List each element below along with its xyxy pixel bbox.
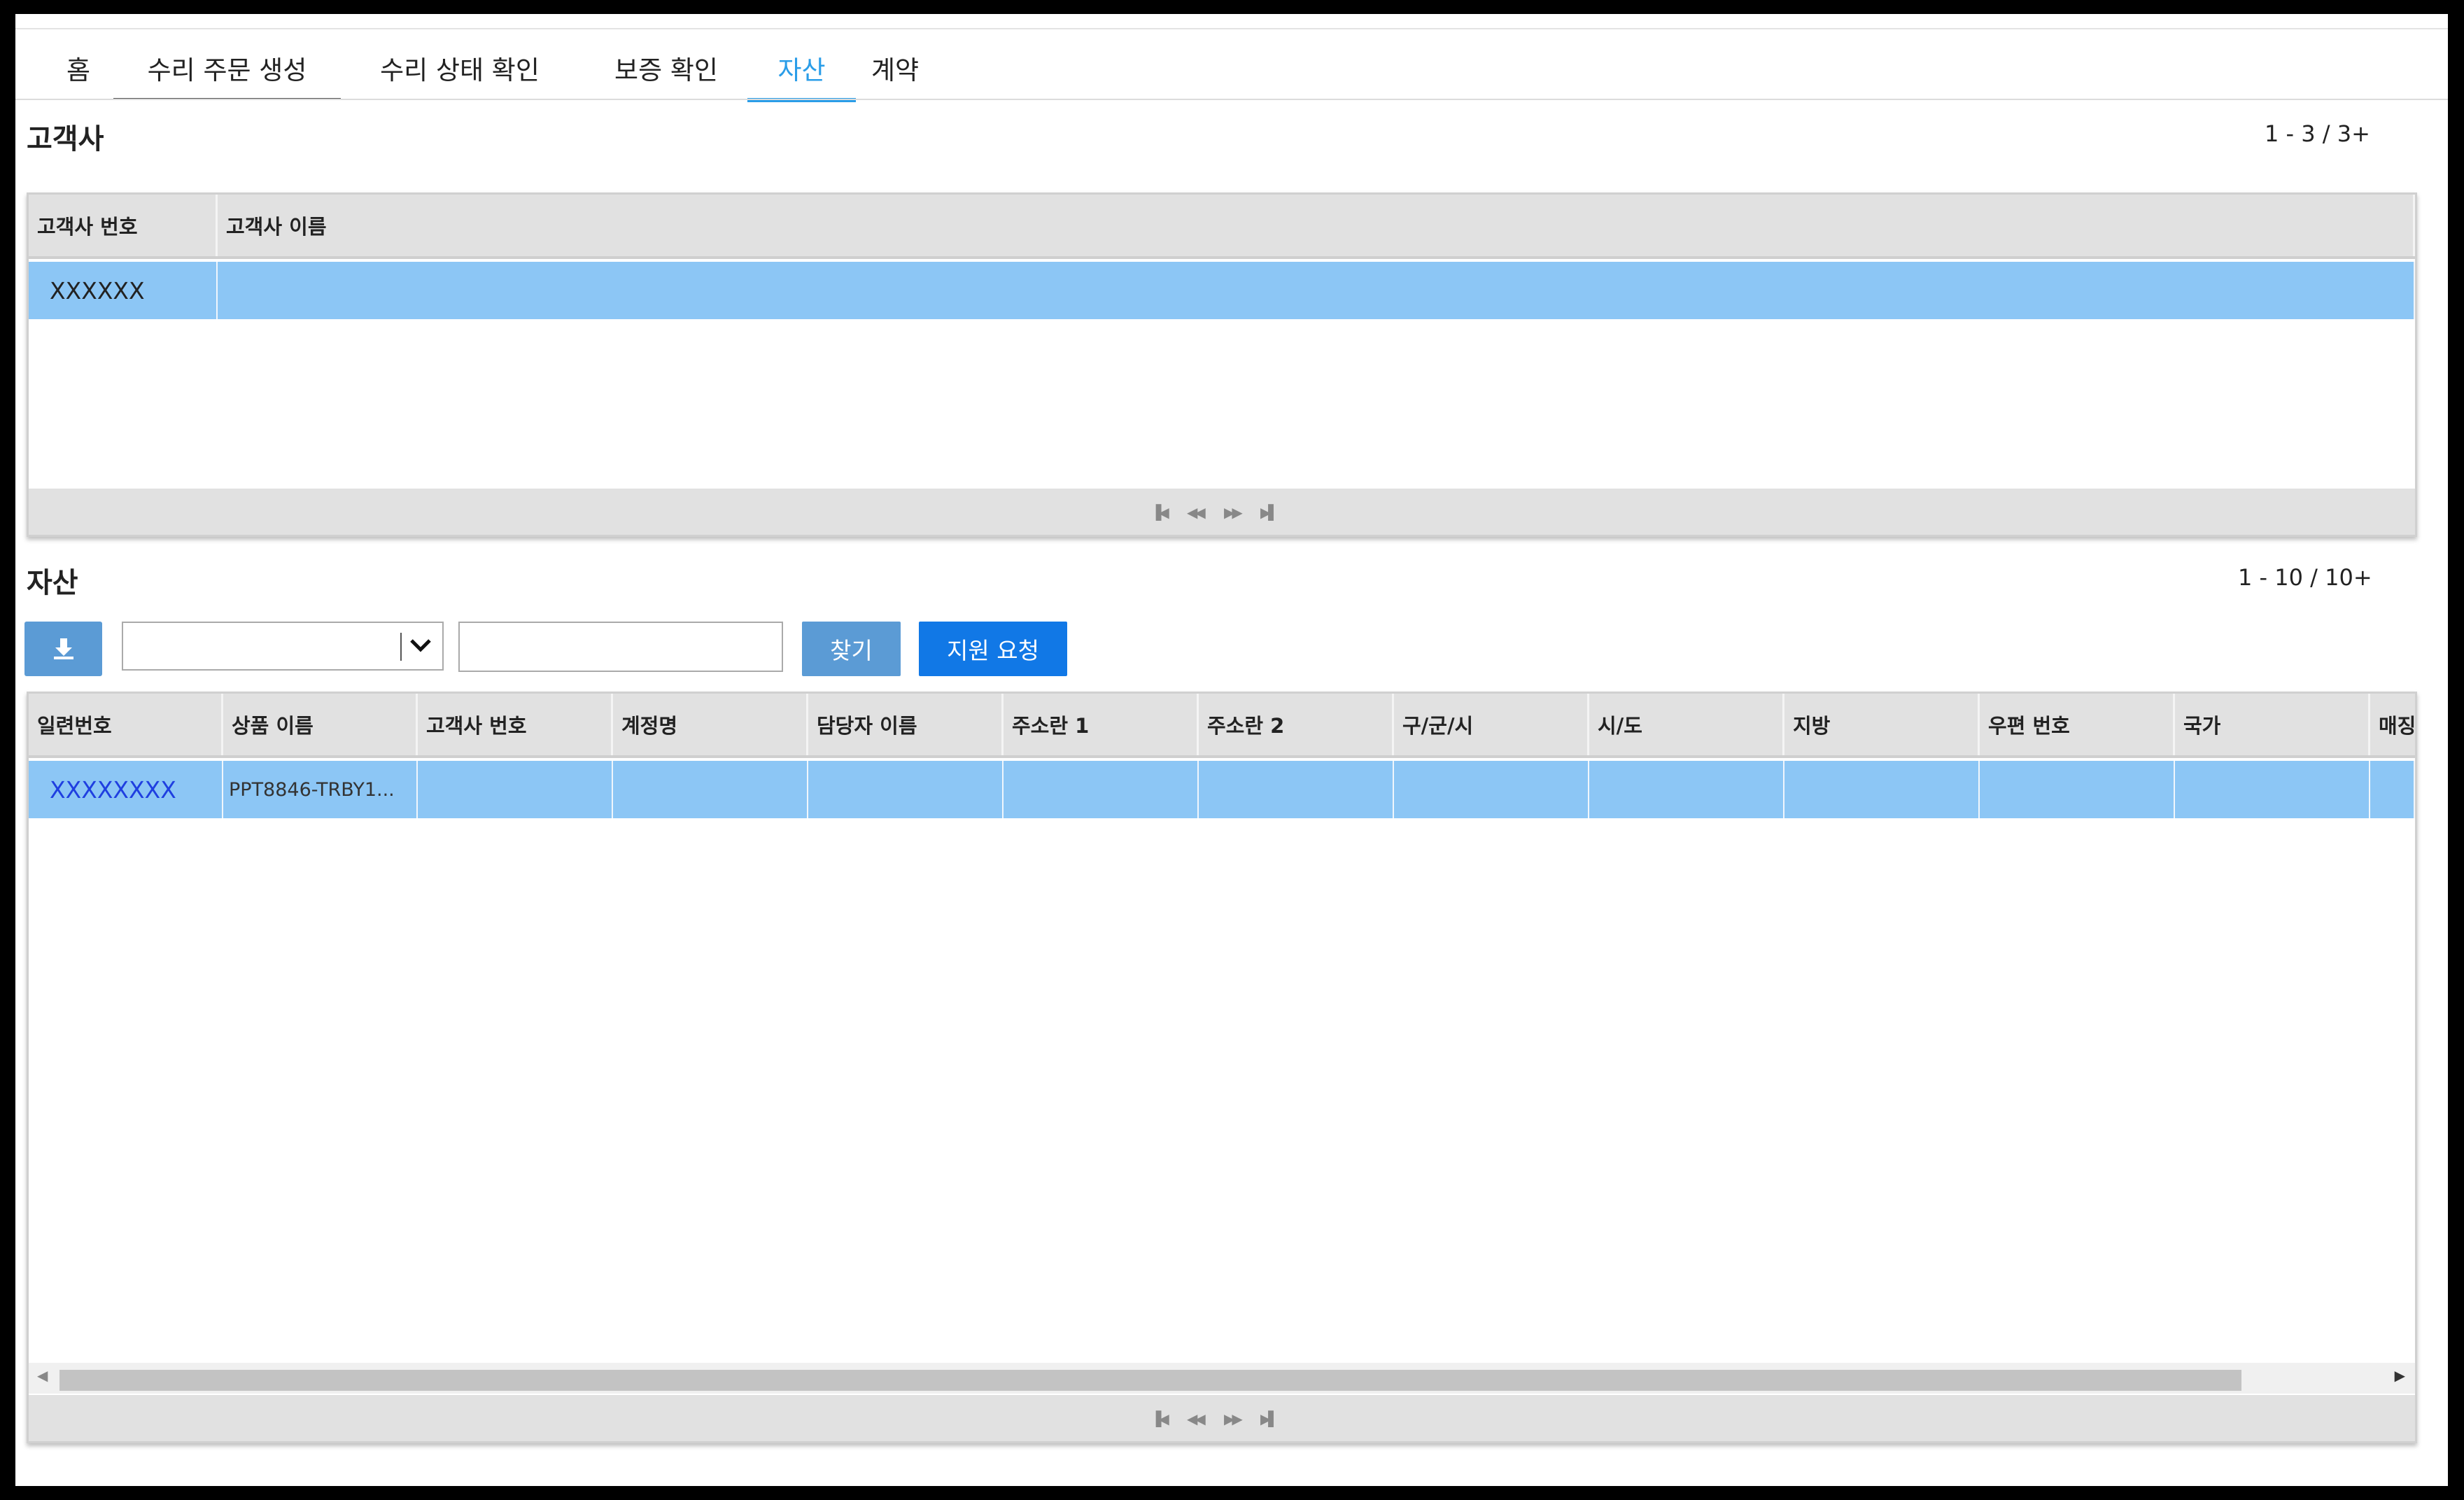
- download-button[interactable]: [24, 622, 102, 676]
- table-cell: [1004, 761, 1199, 818]
- next-page-icon[interactable]: ▶▶: [1224, 1410, 1243, 1427]
- chevron-down-icon: [410, 639, 431, 652]
- find-button[interactable]: 찾기: [802, 622, 901, 676]
- col-region[interactable]: 지방: [1784, 694, 1980, 755]
- search-input[interactable]: [458, 622, 783, 672]
- table-cell: [1980, 761, 2175, 818]
- table-cell: [418, 761, 613, 818]
- table-row[interactable]: XXXXXX: [29, 262, 2415, 319]
- tab-contracts[interactable]: 계약: [867, 53, 923, 98]
- tab-warranty-check[interactable]: 보증 확인: [579, 53, 754, 98]
- table-cell: [1199, 761, 1394, 818]
- table-cell: [1394, 761, 1589, 818]
- tab-assets[interactable]: 자산: [747, 53, 856, 102]
- col-truncated[interactable]: 매징: [2370, 694, 2415, 755]
- customers-title: 고객사: [27, 123, 104, 155]
- select-divider: [400, 633, 402, 661]
- prev-page-icon[interactable]: ◀◀: [1187, 504, 1206, 521]
- col-contact-name[interactable]: 담당자 이름: [808, 694, 1004, 755]
- table-cell: [613, 761, 808, 818]
- assets-title: 자산: [27, 567, 78, 599]
- col-country[interactable]: 국가: [2175, 694, 2370, 755]
- col-product-name[interactable]: 상품 이름: [223, 694, 418, 755]
- customer-name-cell: [218, 262, 2415, 319]
- col-address-1[interactable]: 주소란 1: [1004, 694, 1199, 755]
- col-serial[interactable]: 일련번호: [29, 694, 223, 755]
- col-account-name[interactable]: 계정명: [613, 694, 808, 755]
- col-city-province[interactable]: 시/도: [1589, 694, 1784, 755]
- customers-grid: 고객사 번호 고객사 이름 XXXXXX ▐◀ ◀◀ ▶▶ ▶▌: [27, 192, 2417, 537]
- table-row[interactable]: XXXXXXXX PPT8846-TRBY1...: [29, 761, 2415, 818]
- scrollbar-thumb[interactable]: [59, 1370, 2241, 1391]
- last-page-icon[interactable]: ▶▌: [1260, 1410, 1279, 1427]
- tab-divider: [15, 99, 2448, 100]
- tab-repair-status[interactable]: 수리 상태 확인: [355, 53, 565, 98]
- scroll-left-icon[interactable]: ◀: [37, 1367, 48, 1384]
- customers-pager: ▐◀ ◀◀ ▶▶ ▶▌: [29, 489, 2415, 535]
- customers-counter: 1 - 3 / 3+: [2265, 120, 2370, 147]
- search-field-select[interactable]: [122, 622, 444, 671]
- scroll-right-icon[interactable]: ▶: [2395, 1367, 2405, 1384]
- customers-header: 고객사 번호 고객사 이름: [29, 195, 2415, 259]
- next-page-icon[interactable]: ▶▶: [1224, 504, 1243, 521]
- assets-counter: 1 - 10 / 10+: [2238, 564, 2372, 591]
- table-cell: [808, 761, 1004, 818]
- tab-home[interactable]: 홈: [57, 53, 99, 98]
- col-customer-number[interactable]: 고객사 번호: [418, 694, 613, 755]
- col-address-2[interactable]: 주소란 2: [1199, 694, 1394, 755]
- assets-header: 일련번호 상품 이름 고객사 번호 계정명 담당자 이름 주소란 1 주소란 2…: [29, 694, 2415, 758]
- table-cell: [2175, 761, 2370, 818]
- assets-grid: 일련번호 상품 이름 고객사 번호 계정명 담당자 이름 주소란 1 주소란 2…: [27, 692, 2417, 1443]
- serial-link[interactable]: XXXXXXXX: [29, 761, 223, 818]
- product-name-cell: PPT8846-TRBY1...: [223, 761, 418, 818]
- horizontal-scrollbar[interactable]: ◀ ▶: [29, 1363, 2415, 1394]
- col-postal-code[interactable]: 우편 번호: [1980, 694, 2175, 755]
- first-page-icon[interactable]: ▐◀: [1150, 1410, 1169, 1427]
- col-customer-number[interactable]: 고객사 번호: [29, 195, 218, 256]
- customer-number-cell: XXXXXX: [29, 262, 218, 319]
- col-district[interactable]: 구/군/시: [1394, 694, 1589, 755]
- prev-page-icon[interactable]: ◀◀: [1187, 1410, 1206, 1427]
- table-cell: [1589, 761, 1784, 818]
- assets-pager: ▐◀ ◀◀ ▶▶ ▶▌: [29, 1395, 2415, 1441]
- tab-create-repair-order[interactable]: 수리 주문 생성: [113, 53, 341, 100]
- app-window: 홈 수리 주문 생성 수리 상태 확인 보증 확인 자산 계약 고객사 1 - …: [15, 14, 2448, 1486]
- table-cell: [1784, 761, 1980, 818]
- top-divider: [15, 28, 2448, 29]
- table-cell: [2370, 761, 2415, 818]
- first-page-icon[interactable]: ▐◀: [1150, 504, 1169, 521]
- tab-bar: 홈 수리 주문 생성 수리 상태 확인 보증 확인 자산 계약: [31, 35, 2448, 102]
- download-icon: [53, 638, 73, 659]
- last-page-icon[interactable]: ▶▌: [1260, 504, 1279, 521]
- support-request-button[interactable]: 지원 요청: [919, 622, 1067, 676]
- col-customer-name[interactable]: 고객사 이름: [218, 195, 2415, 256]
